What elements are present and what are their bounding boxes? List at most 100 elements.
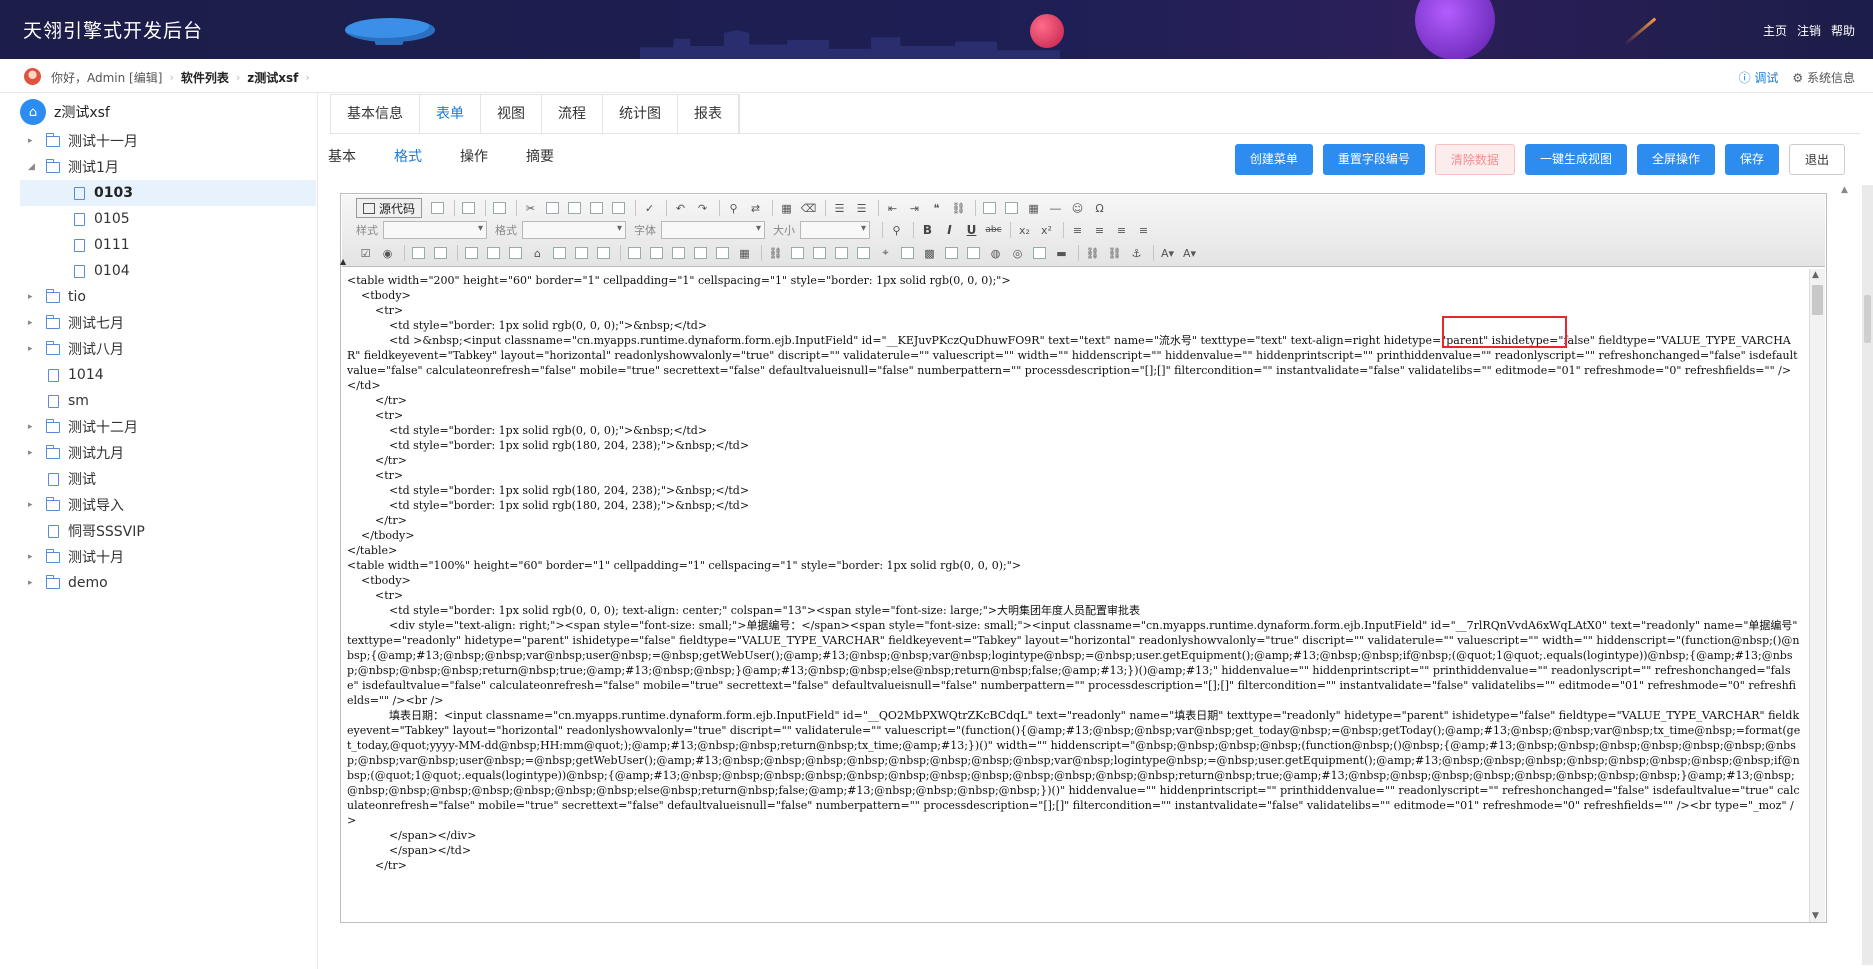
scroll-down-icon[interactable]: ▼: [1812, 911, 1819, 921]
tree-node[interactable]: 0105: [20, 206, 316, 232]
tree-node[interactable]: ▸ 测试七月: [20, 310, 316, 336]
caret-right-icon[interactable]: ▸: [28, 422, 40, 432]
onlinetakephoto-field-icon[interactable]: [942, 244, 961, 263]
sub-tab[interactable]: 操作: [460, 146, 488, 176]
source-code-area[interactable]: <table width="200" height="60" border="1…: [342, 269, 1807, 922]
scroll-up-icon[interactable]: ▲: [1812, 270, 1819, 280]
bold-button[interactable]: B: [918, 221, 937, 240]
spellcheck-icon[interactable]: ✓: [640, 199, 659, 218]
tree-node[interactable]: 恫哥SSSVIP: [20, 518, 316, 544]
tree-node[interactable]: ▸ tio: [20, 284, 316, 310]
indent-icon[interactable]: ⇥: [905, 199, 924, 218]
home-link[interactable]: 主页: [1763, 22, 1787, 39]
caret-down-icon[interactable]: ◢: [28, 162, 40, 172]
flash-icon[interactable]: [1002, 199, 1021, 218]
toolbar-collapse-icon[interactable]: ▲: [340, 257, 350, 266]
avatar[interactable]: [24, 68, 41, 85]
preview-icon[interactable]: [459, 199, 478, 218]
tree-node[interactable]: 0104: [20, 258, 316, 284]
action-button[interactable]: 退出: [1788, 144, 1845, 175]
font-combo[interactable]: 字体: [634, 221, 765, 239]
main-tab[interactable]: 视图: [481, 95, 542, 134]
side-panel-toggle[interactable]: [1864, 295, 1871, 343]
photo-field-icon[interactable]: [854, 244, 873, 263]
color-field-icon[interactable]: ◍: [986, 244, 1005, 263]
undo-icon[interactable]: ↶: [671, 199, 690, 218]
action-button[interactable]: 重置字段编号: [1322, 144, 1425, 175]
special-char-icon[interactable]: Ω: [1090, 199, 1109, 218]
include-field-icon[interactable]: [669, 244, 688, 263]
caret-right-icon[interactable]: ▸: [28, 344, 40, 354]
action-button[interactable]: 全屏操作: [1636, 144, 1715, 175]
tree-node[interactable]: ▸ 测试九月: [20, 440, 316, 466]
replace-icon[interactable]: ⇄: [746, 199, 765, 218]
image-upload-field-icon[interactable]: [713, 244, 732, 263]
main-tab[interactable]: 报表: [678, 95, 739, 134]
map-field-icon[interactable]: [810, 244, 829, 263]
find-icon[interactable]: ⚲: [887, 221, 906, 240]
textarea-field-icon[interactable]: [431, 244, 450, 263]
action-button[interactable]: 一键生成视图: [1524, 144, 1627, 175]
anchor-icon[interactable]: ⚓: [1127, 244, 1146, 263]
radio-field-icon[interactable]: ◉: [378, 244, 397, 263]
blockquote-icon[interactable]: ❝: [927, 199, 946, 218]
strikethrough-button[interactable]: abc: [984, 221, 1003, 240]
caret-right-icon[interactable]: ▸: [28, 318, 40, 328]
align-center-icon[interactable]: ≡: [1090, 221, 1109, 240]
copy-icon[interactable]: [543, 199, 562, 218]
tree-node[interactable]: 1014: [20, 362, 316, 388]
underline-button[interactable]: U: [962, 221, 981, 240]
cut-icon[interactable]: ✂: [521, 199, 540, 218]
text-color-icon[interactable]: A▾: [1158, 244, 1177, 263]
select-field-icon[interactable]: [462, 244, 481, 263]
tree-node[interactable]: 测试: [20, 466, 316, 492]
bulleted-list-icon[interactable]: ☰: [852, 199, 871, 218]
layer-field-icon[interactable]: [788, 244, 807, 263]
caret-right-icon[interactable]: ▸: [28, 578, 40, 588]
attachment-field-icon[interactable]: [691, 244, 710, 263]
smiley-icon[interactable]: ☺: [1068, 199, 1087, 218]
paste-word-icon[interactable]: [609, 199, 628, 218]
grid-field-icon[interactable]: ▦: [735, 244, 754, 263]
logout-link[interactable]: 注销: [1797, 22, 1821, 39]
debug-link[interactable]: ⓘ 调试: [1739, 69, 1779, 86]
outdent-icon[interactable]: ⇤: [883, 199, 902, 218]
caret-right-icon[interactable]: ▸: [28, 448, 40, 458]
tree-node[interactable]: ▸ 测试十一月: [20, 128, 316, 154]
breadcrumb-current-app[interactable]: z测试xsf: [247, 69, 298, 86]
find-icon[interactable]: ⚲: [724, 199, 743, 218]
align-left-icon[interactable]: ≡: [1068, 221, 1087, 240]
superscript-button[interactable]: x²: [1037, 221, 1056, 240]
tree-node[interactable]: ▸ demo: [20, 570, 316, 596]
view-field-icon[interactable]: [594, 244, 613, 263]
link-url-icon[interactable]: ⛓: [1083, 244, 1102, 263]
tab-field-icon[interactable]: [647, 244, 666, 263]
source-code-button[interactable]: 源代码: [356, 198, 423, 218]
department-field-icon[interactable]: [506, 244, 525, 263]
qrcode-field-icon[interactable]: ▩: [920, 244, 939, 263]
tree-node[interactable]: ▸ 测试导入: [20, 492, 316, 518]
location-field-icon[interactable]: ⌖: [876, 244, 895, 263]
action-button[interactable]: 清除数据: [1434, 144, 1515, 175]
numbered-list-icon[interactable]: ☰: [830, 199, 849, 218]
weixin-field-icon[interactable]: [898, 244, 917, 263]
redo-icon[interactable]: ↷: [693, 199, 712, 218]
main-tab[interactable]: 统计图: [603, 95, 678, 134]
image-icon[interactable]: [980, 199, 999, 218]
sub-tab[interactable]: 基本: [328, 146, 356, 176]
textfield-icon[interactable]: [409, 244, 428, 263]
tree-node[interactable]: ▸ 测试十二月: [20, 414, 316, 440]
tree-field-icon[interactable]: [572, 244, 591, 263]
checkbox-field-icon[interactable]: ☑: [356, 244, 375, 263]
main-tab[interactable]: 流程: [542, 95, 603, 134]
unlink-icon[interactable]: ⛓: [1105, 244, 1124, 263]
info-field-icon[interactable]: [1030, 244, 1049, 263]
select-all-icon[interactable]: ▦: [777, 199, 796, 218]
keyboard-field-icon[interactable]: [832, 244, 851, 263]
template-icon[interactable]: [490, 199, 509, 218]
format-combo[interactable]: 格式: [495, 221, 626, 239]
breadcrumb-software-list[interactable]: 软件列表: [181, 69, 229, 86]
chart-field-icon[interactable]: [964, 244, 983, 263]
action-button[interactable]: 保存: [1724, 144, 1779, 175]
action-button[interactable]: 创建菜单: [1234, 144, 1313, 175]
